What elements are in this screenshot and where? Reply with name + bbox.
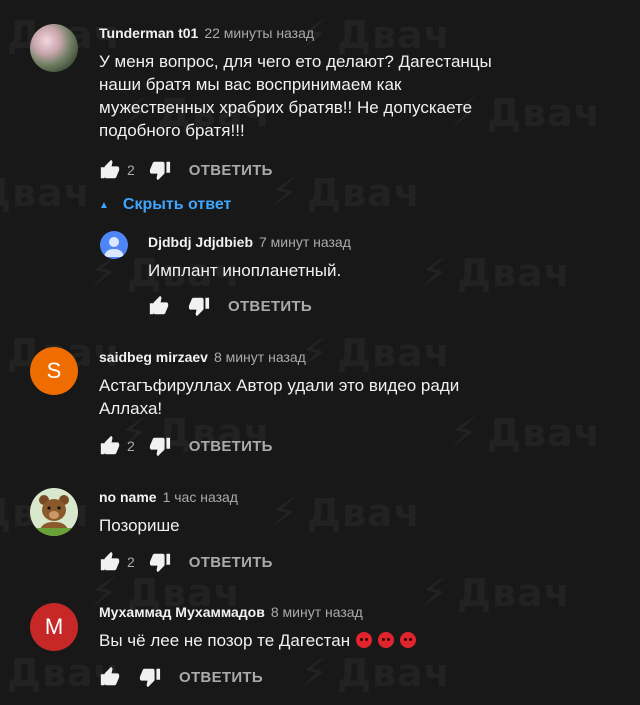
comment-actions: 2 ОТВЕТИТЬ: [99, 550, 273, 574]
avatar-letter: S: [46, 358, 62, 383]
comment-author[interactable]: Tunderman t01: [99, 25, 198, 41]
watermark: ⚡Двач: [300, 650, 451, 696]
comment-actions: 2 ОТВЕТИТЬ: [99, 434, 273, 458]
chevron-up-icon: ▲: [99, 199, 109, 211]
comment-text: У меня вопрос, для чего ето делают? Даге…: [99, 52, 492, 140]
reply-button[interactable]: ОТВЕТИТЬ: [189, 438, 273, 455]
reply-button[interactable]: ОТВЕТИТЬ: [189, 554, 273, 571]
avatar[interactable]: S: [30, 347, 78, 395]
thumbs-up-icon[interactable]: [99, 159, 121, 181]
thumbs-down-icon[interactable]: [139, 666, 161, 688]
comment-author[interactable]: saidbeg mirzaev: [99, 349, 208, 365]
hide-replies-label: Скрыть ответ: [122, 196, 232, 213]
comment-time[interactable]: 8 минут назад: [271, 604, 363, 620]
comment-text: Позорише: [99, 516, 180, 535]
thumbs-up-icon[interactable]: [148, 295, 170, 317]
hide-replies-button[interactable]: ▲ Скрыть ответ: [99, 196, 231, 214]
avatar[interactable]: [30, 488, 78, 536]
comment-time[interactable]: 1 час назад: [163, 489, 238, 505]
comment-actions: ОТВЕТИТЬ: [99, 665, 263, 689]
comment-author[interactable]: no name: [99, 489, 157, 505]
comment-author[interactable]: Мухаммад Мухаммадов: [99, 604, 265, 620]
like-count: 2: [127, 438, 135, 454]
comment-actions: ОТВЕТИТЬ: [148, 294, 312, 318]
thumbs-up-icon[interactable]: [99, 435, 121, 457]
angry-face-icon: [378, 632, 395, 648]
watermark: ⚡Двач: [270, 170, 421, 216]
angry-face-icon: [400, 632, 417, 648]
comment-author[interactable]: Djdbdj Jdjdbieb: [148, 234, 253, 250]
reply-button[interactable]: ОТВЕТИТЬ: [179, 669, 263, 686]
comment-text-content: Вы чё лее не позор те Дагестан: [99, 631, 351, 650]
comment-time[interactable]: 8 минут назад: [214, 349, 306, 365]
like-count: 2: [127, 554, 135, 570]
bear-avatar-icon: [30, 495, 78, 536]
comment-text: Имплант инопланетный.: [148, 261, 342, 280]
angry-face-icon: [356, 632, 373, 648]
avatar[interactable]: [100, 231, 128, 259]
thumbs-down-icon[interactable]: [149, 159, 171, 181]
comment-time[interactable]: 7 минут назад: [259, 234, 351, 250]
reply-button[interactable]: ОТВЕТИТЬ: [189, 162, 273, 179]
comment-text: Астагъфируллах Автор удали это видео рад…: [99, 376, 460, 418]
watermark: ⚡Двач: [420, 570, 571, 616]
watermark: ⚡Двач: [300, 330, 451, 376]
thumbs-down-icon[interactable]: [149, 435, 171, 457]
thumbs-up-icon[interactable]: [99, 551, 121, 573]
thumbs-up-icon[interactable]: [99, 666, 121, 688]
avatar-letter: M: [44, 614, 64, 639]
comment-actions: 2 ОТВЕТИТЬ: [99, 158, 273, 182]
thumbs-down-icon[interactable]: [188, 295, 210, 317]
watermark: ⚡Двач: [0, 171, 91, 215]
thumbs-down-icon[interactable]: [149, 551, 171, 573]
avatar[interactable]: M: [30, 603, 78, 651]
user-icon: [104, 237, 124, 257]
comment-time[interactable]: 22 минуты назад: [204, 25, 314, 41]
comment-text: Вы чё лее не позор те Дагестан: [99, 629, 519, 652]
reply-button[interactable]: ОТВЕТИТЬ: [228, 298, 312, 315]
like-count: 2: [127, 162, 135, 178]
avatar[interactable]: [30, 24, 78, 72]
